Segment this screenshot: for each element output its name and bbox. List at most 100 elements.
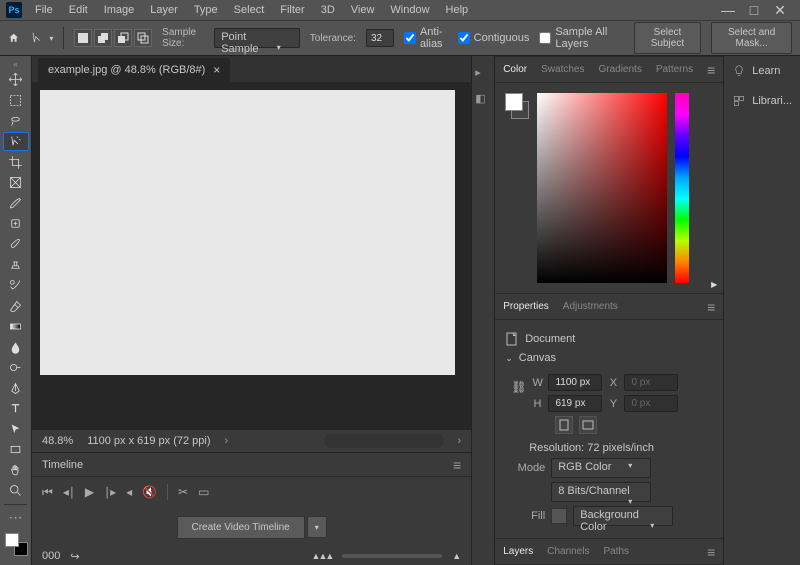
marquee-tool[interactable] xyxy=(3,91,29,111)
frame-tool[interactable] xyxy=(3,173,29,193)
tool-preset-picker[interactable]: ▾ xyxy=(29,30,53,46)
zoom-out-slider-icon[interactable]: ▲▲▲ xyxy=(312,551,333,561)
canvas-viewport[interactable] xyxy=(32,82,471,430)
foreground-color-swatch[interactable] xyxy=(5,533,19,547)
fill-select[interactable]: Background Color▾ xyxy=(573,506,673,526)
canvas[interactable] xyxy=(40,90,455,375)
magic-wand-tool[interactable] xyxy=(3,132,29,152)
tab-color[interactable]: Color xyxy=(503,64,527,75)
contiguous-checkbox[interactable]: Contiguous xyxy=(458,32,530,44)
tab-gradients[interactable]: Gradients xyxy=(598,64,641,75)
eyedropper-tool[interactable] xyxy=(3,194,29,214)
close-tab-icon[interactable]: × xyxy=(213,63,220,77)
menu-image[interactable]: Image xyxy=(97,2,142,18)
play-icon[interactable]: ▶ xyxy=(85,485,94,499)
move-tool[interactable] xyxy=(3,70,29,90)
width-input[interactable] xyxy=(548,374,602,391)
first-frame-icon[interactable]: ⏮ xyxy=(42,485,53,500)
y-input[interactable] xyxy=(624,395,678,412)
color-panel-menu-icon[interactable]: ≡ xyxy=(707,62,715,78)
maximize-button[interactable]: □ xyxy=(748,4,760,16)
tab-patterns[interactable]: Patterns xyxy=(656,64,693,75)
timeline-menu-icon[interactable]: ≡ xyxy=(453,457,461,473)
minimize-button[interactable]: — xyxy=(722,4,734,16)
tab-properties[interactable]: Properties xyxy=(503,301,549,312)
rectangle-tool[interactable] xyxy=(3,440,29,460)
eraser-tool[interactable] xyxy=(3,296,29,316)
pen-tool[interactable] xyxy=(3,378,29,398)
learn-panel-button[interactable]: Learn xyxy=(724,56,800,86)
zoom-in-slider-icon[interactable]: ▲ xyxy=(452,551,461,561)
tab-adjustments[interactable]: Adjustments xyxy=(563,301,618,312)
lasso-tool[interactable] xyxy=(3,111,29,131)
menu-file[interactable]: File xyxy=(28,2,60,18)
menu-type[interactable]: Type xyxy=(187,2,225,18)
next-frame-icon[interactable]: ∣▸ xyxy=(104,485,116,499)
sample-size-select[interactable]: Point Sample ▾ xyxy=(214,28,300,48)
gradient-tool[interactable] xyxy=(3,317,29,337)
properties-menu-icon[interactable]: ≡ xyxy=(707,299,715,315)
menu-filter[interactable]: Filter xyxy=(273,2,311,18)
zoom-level[interactable]: 48.8% xyxy=(42,435,73,447)
new-selection-icon[interactable] xyxy=(74,29,92,47)
tab-channels[interactable]: Channels xyxy=(547,546,589,557)
menu-view[interactable]: View xyxy=(344,2,382,18)
home-icon[interactable] xyxy=(8,30,19,46)
transition-icon[interactable]: ▭ xyxy=(198,485,209,499)
saturation-brightness-picker[interactable] xyxy=(537,93,667,283)
tab-layers[interactable]: Layers xyxy=(503,546,533,557)
panel-toggle-2-icon[interactable]: ◧ xyxy=(475,92,491,108)
sample-all-checkbox[interactable]: Sample All Layers xyxy=(539,26,613,50)
select-subject-button[interactable]: Select Subject xyxy=(634,22,702,54)
convert-frames-icon[interactable]: ↪ xyxy=(70,550,79,563)
brush-tool[interactable] xyxy=(3,235,29,255)
path-selection-tool[interactable] xyxy=(3,420,29,440)
menu-help[interactable]: Help xyxy=(439,2,476,18)
tab-swatches[interactable]: Swatches xyxy=(541,64,584,75)
x-input[interactable] xyxy=(624,374,678,391)
mini-fgbg-swatches[interactable] xyxy=(505,93,529,283)
status-more-icon[interactable]: › xyxy=(225,435,229,447)
menu-3d[interactable]: 3D xyxy=(314,2,342,18)
toolbar-collapse-icon[interactable]: « xyxy=(0,60,31,69)
add-selection-icon[interactable] xyxy=(94,29,112,47)
color-mode-select[interactable]: RGB Color▾ xyxy=(551,458,651,478)
split-icon[interactable]: ✂ xyxy=(178,485,188,499)
last-frame-icon[interactable]: ◂ xyxy=(126,485,132,499)
menu-select[interactable]: Select xyxy=(227,2,272,18)
zoom-tool[interactable] xyxy=(3,481,29,501)
menu-layer[interactable]: Layer xyxy=(143,2,185,18)
crop-tool[interactable] xyxy=(3,152,29,172)
hand-tool[interactable] xyxy=(3,461,29,481)
create-video-timeline-button[interactable]: Create Video Timeline xyxy=(177,516,305,539)
menu-edit[interactable]: Edit xyxy=(62,2,95,18)
intersect-selection-icon[interactable] xyxy=(134,29,152,47)
subtract-selection-icon[interactable] xyxy=(114,29,132,47)
libraries-panel-button[interactable]: Librari... xyxy=(724,86,800,116)
portrait-orientation-icon[interactable] xyxy=(555,416,573,434)
dodge-tool[interactable] xyxy=(3,358,29,378)
tab-paths[interactable]: Paths xyxy=(603,546,629,557)
panel-toggle-1-icon[interactable]: ▸ xyxy=(475,66,491,82)
landscape-orientation-icon[interactable] xyxy=(579,416,597,434)
fill-color-swatch[interactable] xyxy=(551,508,567,524)
foreground-background-colors[interactable] xyxy=(4,532,27,557)
menu-window[interactable]: Window xyxy=(383,2,436,18)
prev-frame-icon[interactable]: ◂∣ xyxy=(63,485,75,499)
edit-toolbar-icon[interactable]: ⋯ xyxy=(3,508,29,528)
canvas-section-toggle[interactable]: ⌄ Canvas xyxy=(505,352,713,364)
mini-foreground-swatch[interactable] xyxy=(505,93,523,111)
timeline-type-dropdown[interactable]: ▾ xyxy=(307,516,327,538)
select-and-mask-button[interactable]: Select and Mask... xyxy=(711,22,792,54)
tolerance-input[interactable] xyxy=(366,29,394,47)
type-tool[interactable] xyxy=(3,399,29,419)
document-tab[interactable]: example.jpg @ 48.8% (RGB/8#) × xyxy=(38,58,230,82)
healing-brush-tool[interactable] xyxy=(3,214,29,234)
scroll-right-icon[interactable]: › xyxy=(458,435,462,447)
hue-slider[interactable] xyxy=(675,93,689,283)
horizontal-scrollbar[interactable] xyxy=(324,434,444,448)
layers-menu-icon[interactable]: ≡ xyxy=(707,544,715,560)
audio-icon[interactable]: 🔇 xyxy=(142,485,157,499)
timeline-zoom-slider[interactable] xyxy=(342,554,442,558)
link-dimensions-icon[interactable]: ⛓ xyxy=(511,370,526,394)
